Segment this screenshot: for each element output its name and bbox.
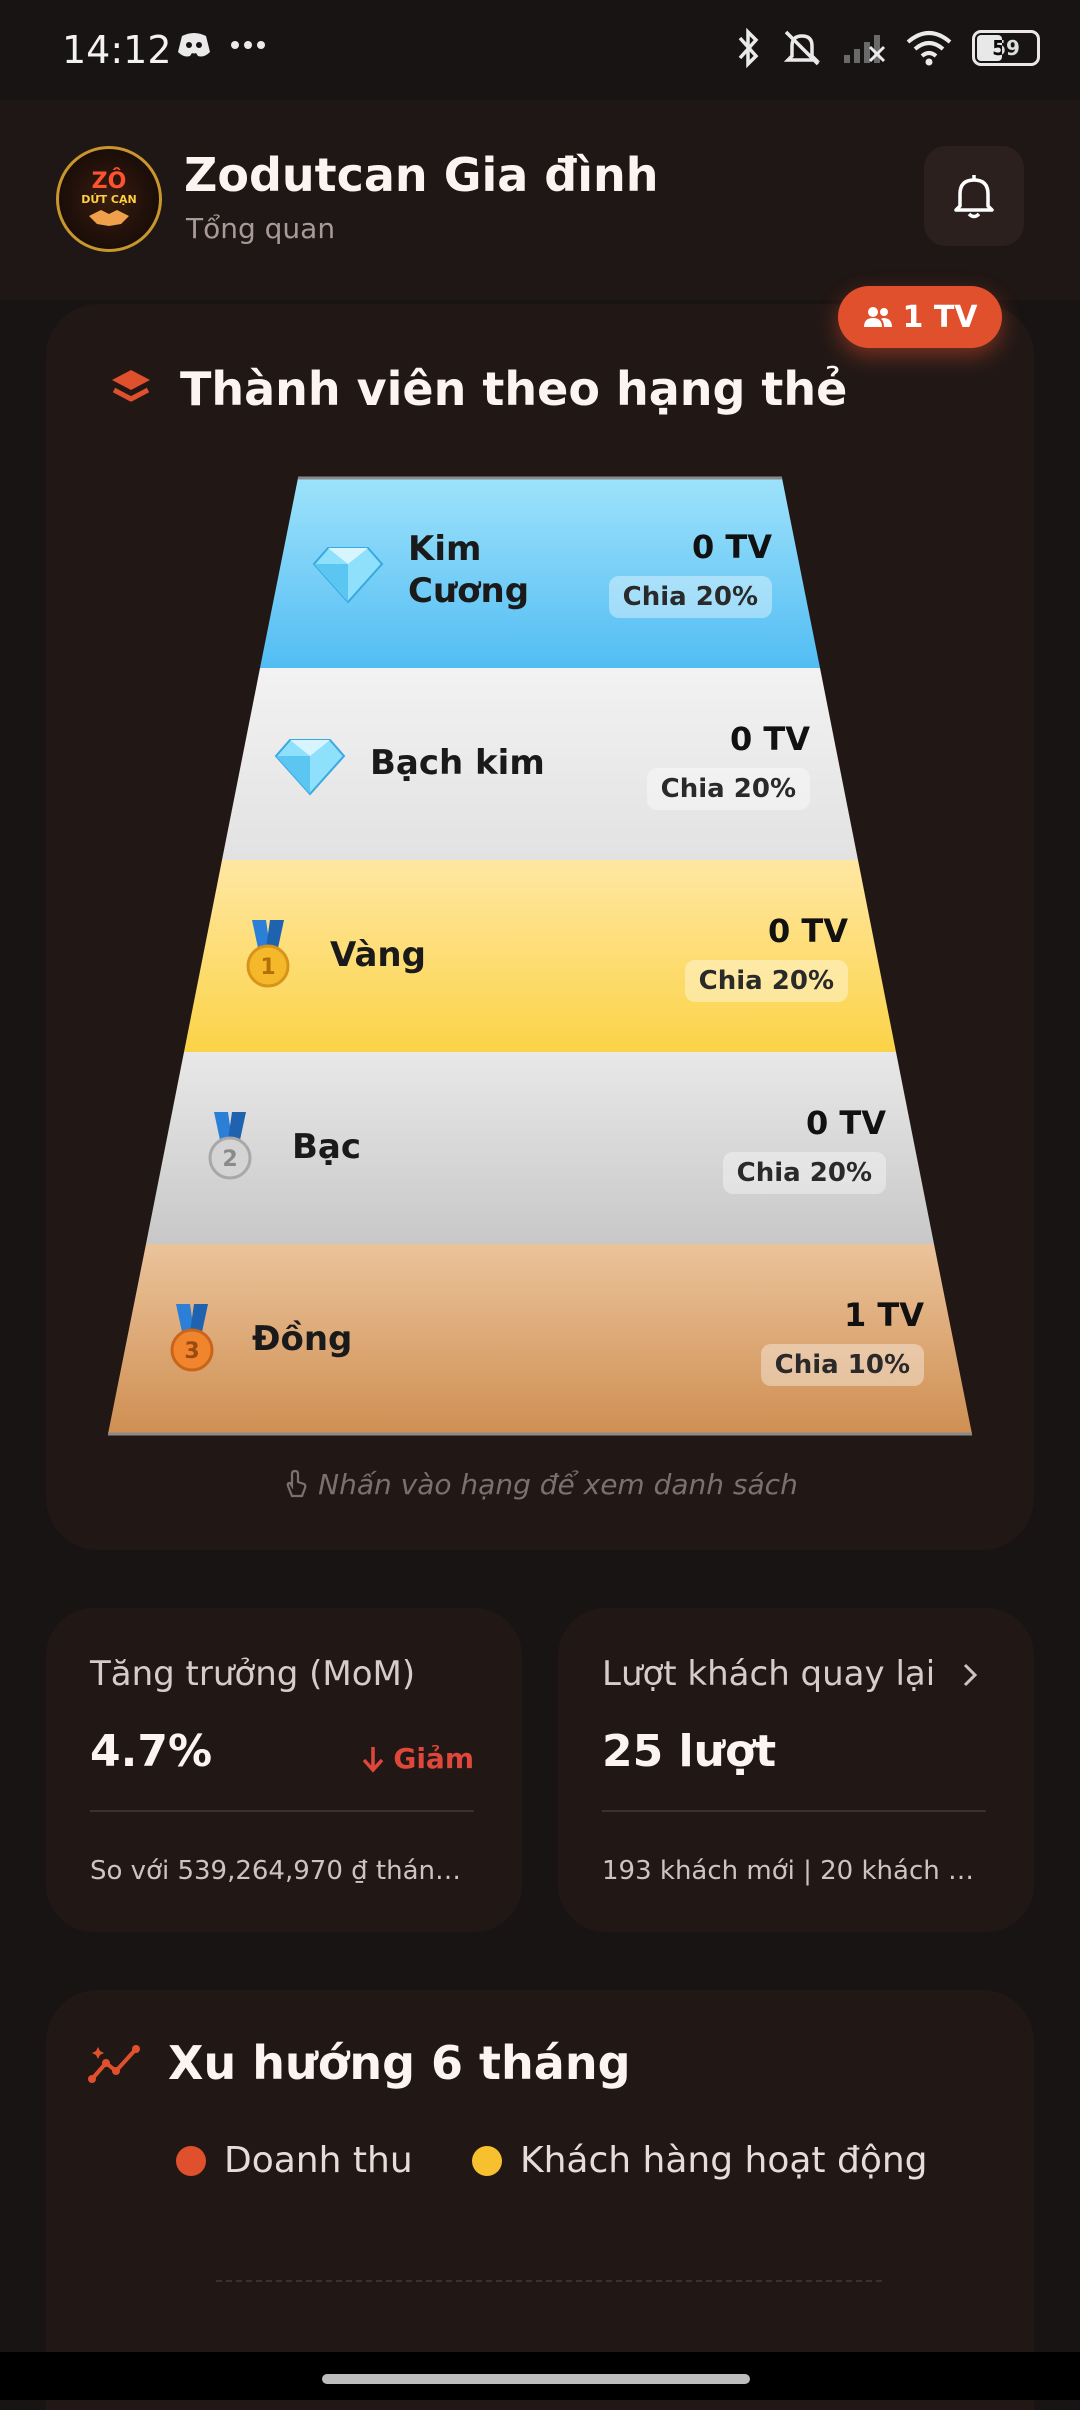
growth-value: 4.7% (90, 1726, 213, 1777)
growth-label: Tăng trưởng (MoM) (90, 1654, 416, 1694)
chart-gridline (216, 2280, 882, 2282)
svg-text:3: 3 (184, 1339, 199, 1364)
handshake-icon (89, 209, 129, 226)
gold-medal-icon: 1 (246, 920, 290, 988)
tier-diamond-band (260, 476, 820, 668)
tier-gold[interactable]: 1 Vàng 0 TV Chia 20% (100, 860, 980, 1052)
tier-diamond-name-line2: Cương (408, 571, 530, 611)
growth-footer: So với 539,264,970 ₫ tháng trước (90, 1856, 474, 1886)
tap-icon (286, 1469, 307, 1498)
diamond-icon (274, 739, 346, 796)
logo-text-mid: DỨT CẠN (81, 192, 137, 206)
tier-platinum[interactable]: Bạch kim 0 TV Chia 20% (100, 668, 980, 860)
member-count-label: 1 TV (902, 299, 978, 335)
home-gesture-handle[interactable] (322, 2374, 750, 2384)
bronze-medal-icon: 3 (170, 1304, 214, 1372)
legend-revenue-dot (176, 2145, 206, 2176)
tier-silver-name: Bạc (292, 1127, 362, 1167)
discord-icon (178, 33, 210, 57)
trend-icon (88, 2045, 140, 2083)
legend-active-customers-dot (472, 2145, 502, 2176)
tier-silver[interactable]: 2 Bạc 0 TV Chia 20% (100, 1052, 980, 1244)
group-icon (863, 307, 892, 327)
tier-bronze[interactable]: 3 Đồng 1 TV Chia 10% (100, 1244, 980, 1436)
silent-icon (783, 30, 821, 66)
member-count-badge: 1 TV (838, 286, 1002, 348)
app-title: Zodutcan Gia đình (184, 148, 659, 202)
growth-card: Tăng trưởng (MoM) 4.7% Giảm So với 539,2… (46, 1608, 522, 1932)
tier-bronze-count: 1 TV (844, 1296, 924, 1334)
svg-text:2: 2 (222, 1147, 237, 1172)
brand-logo: ZÔ DỨT CẠN (56, 146, 162, 252)
diamond-icon (312, 547, 384, 604)
svg-text:1: 1 (260, 955, 275, 980)
tier-diamond-share: Chia 20% (608, 576, 772, 618)
return-visits-card[interactable]: Lượt khách quay lại 25 lượt 193 khách mớ… (558, 1608, 1034, 1932)
tier-hint-text: Nhấn vào hạng để xem danh sách (318, 1468, 798, 1501)
app-header: ZÔ DỨT CẠN Zodutcan Gia đình Tổng quan (0, 100, 1080, 300)
battery-indicator: 59 (972, 30, 1040, 66)
tier-diamond-name: Kim Cương (408, 528, 529, 612)
tier-diamond-count: 0 TV (692, 528, 772, 566)
status-time: 14:12 (62, 28, 172, 72)
tier-bronze-share: Chia 10% (760, 1344, 924, 1386)
chevron-right-icon (963, 1663, 978, 1687)
trend-card-title: Xu hướng 6 tháng (168, 2036, 631, 2090)
status-right-icons: 59 (736, 28, 1040, 68)
tier-bronze-band (108, 1244, 972, 1436)
tier-gold-count: 0 TV (768, 912, 848, 950)
return-visits-footer: 193 khách mới | 20 khách quay lại (602, 1856, 986, 1886)
tier-diamond[interactable]: Kim Cương 0 TV Chia 20% (100, 476, 980, 668)
tier-gold-name: Vàng (330, 935, 426, 975)
growth-trend: Giảm (361, 1742, 474, 1775)
legend-revenue: Doanh thu (176, 2140, 413, 2181)
battery-level: 59 (992, 36, 1020, 60)
tier-gold-share: Chia 20% (684, 960, 848, 1002)
tier-card-title: Thành viên theo hạng thẻ (180, 362, 848, 416)
app-subtitle: Tổng quan (186, 212, 336, 245)
trend-card-header: Xu hướng 6 tháng (88, 2036, 631, 2090)
tier-platinum-share: Chia 20% (646, 768, 810, 810)
notification-button[interactable] (924, 146, 1024, 246)
wifi-icon (906, 31, 952, 66)
status-left-icons (176, 30, 266, 60)
growth-trend-label: Giảm (393, 1742, 474, 1775)
legend-active-customers-label: Khách hàng hoạt động (520, 2140, 928, 2181)
bluetooth-icon (738, 28, 759, 68)
return-visits-value: 25 lượt (602, 1726, 777, 1777)
return-visits-divider (602, 1810, 986, 1812)
layers-icon (112, 370, 150, 402)
return-visits-label: Lượt khách quay lại (602, 1654, 936, 1694)
tier-silver-count: 0 TV (806, 1104, 886, 1142)
tier-bronze-name: Đồng (252, 1319, 353, 1359)
legend-active-customers: Khách hàng hoạt động (472, 2140, 928, 2181)
tier-platinum-count: 0 TV (730, 720, 810, 758)
logo-text-top: ZÔ (91, 168, 127, 194)
signal-icon (844, 35, 886, 63)
status-bar: 14:12 59 (0, 0, 1080, 100)
system-nav-bar (0, 2352, 1080, 2400)
tier-platinum-name: Bạch kim (370, 743, 545, 783)
tier-hint: Nhấn vào hạng để xem danh sách (0, 1468, 1080, 1501)
growth-divider (90, 1810, 474, 1812)
silver-medal-icon: 2 (208, 1112, 252, 1180)
tier-diamond-name-line1: Kim (408, 529, 482, 569)
arrow-down-icon (363, 1746, 384, 1773)
bell-icon (954, 175, 994, 219)
tier-pyramid: Kim Cương 0 TV Chia 20% Bạch kim 0 TV Ch… (100, 476, 980, 1440)
legend-revenue-label: Doanh thu (224, 2140, 413, 2181)
tier-silver-share: Chia 20% (722, 1152, 886, 1194)
more-dots-icon (231, 41, 265, 49)
tier-card-header: Thành viên theo hạng thẻ (108, 362, 847, 416)
